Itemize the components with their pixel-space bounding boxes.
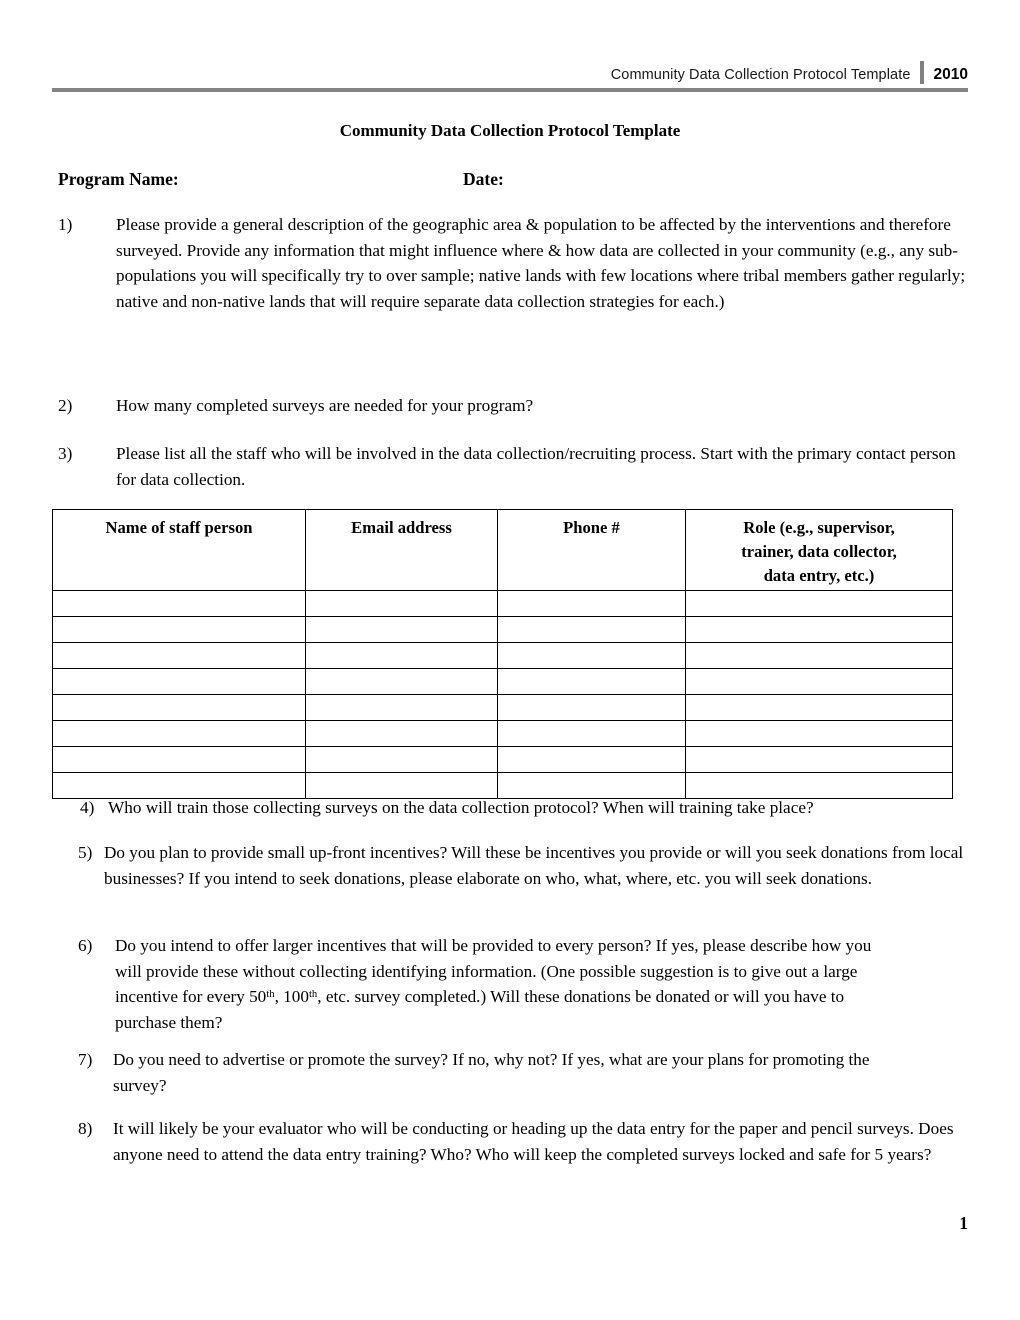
question-6: 6) Do you intend to offer larger incentiv… xyxy=(78,933,878,1035)
column-header-phone: Phone # xyxy=(497,509,686,591)
table-row xyxy=(52,668,953,695)
table-cell[interactable] xyxy=(52,668,306,695)
column-header-role-line-3: data entry, etc.) xyxy=(763,566,875,585)
question-6-number: 6) xyxy=(78,936,93,955)
question-2-text: How many completed surveys are needed fo… xyxy=(116,396,534,415)
table-cell[interactable] xyxy=(305,590,498,617)
table-row xyxy=(52,720,953,747)
question-7-text: Do you need to advertise or promote the … xyxy=(113,1050,870,1095)
date-label: Date: xyxy=(463,169,504,189)
question-3: 3) Please list all the staff who will be … xyxy=(58,441,958,492)
question-1-text: Please provide a general description of … xyxy=(116,215,966,311)
column-header-role-line-1: Role (e.g., supervisor, xyxy=(743,518,895,537)
table-cell[interactable] xyxy=(305,694,498,721)
table-cell[interactable] xyxy=(497,694,686,721)
header-divider xyxy=(919,61,924,84)
table-header-row: Name of staff person Email address Phone… xyxy=(52,509,953,591)
question-7: 7) Do you need to advertise or promote th… xyxy=(78,1047,918,1098)
program-date-row: Program Name: Date: xyxy=(58,168,958,190)
table-cell[interactable] xyxy=(52,590,306,617)
question-2-number: 2) xyxy=(58,396,73,415)
question-7-number: 7) xyxy=(78,1050,93,1069)
table-row xyxy=(52,746,953,773)
table-row xyxy=(52,590,953,617)
question-5-number: 5) xyxy=(78,843,93,862)
table-cell[interactable] xyxy=(685,694,953,721)
table-cell[interactable] xyxy=(497,616,686,643)
question-8: 8) It will likely be your evaluator who w… xyxy=(78,1116,958,1167)
table-row xyxy=(52,616,953,643)
question-5-text: Do you plan to provide small up-front in… xyxy=(104,843,964,888)
page-number: 1 xyxy=(959,1213,968,1233)
table-cell[interactable] xyxy=(52,720,306,747)
header-year: 2010 xyxy=(933,66,968,83)
question-1-number: 1) xyxy=(58,215,73,234)
question-6-text-part-2: , 100 xyxy=(274,987,309,1007)
table-body xyxy=(52,590,953,799)
header-title: Community Data Collection Protocol Templ… xyxy=(610,67,911,83)
table-row xyxy=(52,694,953,721)
table-cell[interactable] xyxy=(685,720,953,747)
question-4-text: Who will train those collecting surveys … xyxy=(108,798,814,817)
table-cell[interactable] xyxy=(497,642,686,669)
table-cell[interactable] xyxy=(305,720,498,747)
column-header-role: Role (e.g., supervisor, trainer, data co… xyxy=(685,509,953,591)
table-cell[interactable] xyxy=(52,616,306,643)
column-header-email: Email address xyxy=(305,509,498,591)
header-rule xyxy=(52,88,968,92)
program-name-label: Program Name: xyxy=(58,169,179,189)
question-1: 1) Please provide a general description o… xyxy=(58,212,988,314)
column-header-name: Name of staff person xyxy=(52,509,306,591)
table-cell[interactable] xyxy=(497,668,686,695)
table-cell[interactable] xyxy=(305,746,498,773)
question-4: 4) Who will train those collecting survey… xyxy=(80,795,970,821)
question-8-text: It will likely be your evaluator who wil… xyxy=(113,1119,954,1164)
table-cell[interactable] xyxy=(685,616,953,643)
table-cell[interactable] xyxy=(305,642,498,669)
question-6-superscript-2: th xyxy=(308,989,318,1001)
table-cell[interactable] xyxy=(52,642,306,669)
question-3-text: Please list all the staff who will be in… xyxy=(116,444,956,489)
table-cell[interactable] xyxy=(685,668,953,695)
question-6-superscript-1: th xyxy=(266,989,275,1001)
question-8-number: 8) xyxy=(78,1119,93,1138)
column-header-role-line-2: trainer, data collector, xyxy=(741,542,897,561)
question-5: 5) Do you plan to provide small up-front … xyxy=(78,840,964,891)
staff-table: Name of staff person Email address Phone… xyxy=(52,509,953,799)
document-page: Community Data Collection Protocol Templ… xyxy=(0,0,1020,1320)
question-6-text: Do you intend to offer larger incentives… xyxy=(115,933,878,1035)
table-cell[interactable] xyxy=(685,590,953,617)
table-cell[interactable] xyxy=(685,746,953,773)
table-cell[interactable] xyxy=(305,616,498,643)
question-3-number: 3) xyxy=(58,444,73,463)
table-cell[interactable] xyxy=(497,746,686,773)
table-row xyxy=(52,642,953,669)
table-cell[interactable] xyxy=(497,720,686,747)
question-4-number: 4) xyxy=(80,798,95,817)
page-title: Community Data Collection Protocol Templ… xyxy=(339,121,681,140)
table-cell[interactable] xyxy=(685,642,953,669)
table-cell[interactable] xyxy=(497,590,686,617)
running-header: Community Data Collection Protocol Templ… xyxy=(52,58,968,92)
table-cell[interactable] xyxy=(305,668,498,695)
question-2: 2) How many completed surveys are needed … xyxy=(58,393,988,419)
table-cell[interactable] xyxy=(52,746,306,773)
table-cell[interactable] xyxy=(52,694,306,721)
